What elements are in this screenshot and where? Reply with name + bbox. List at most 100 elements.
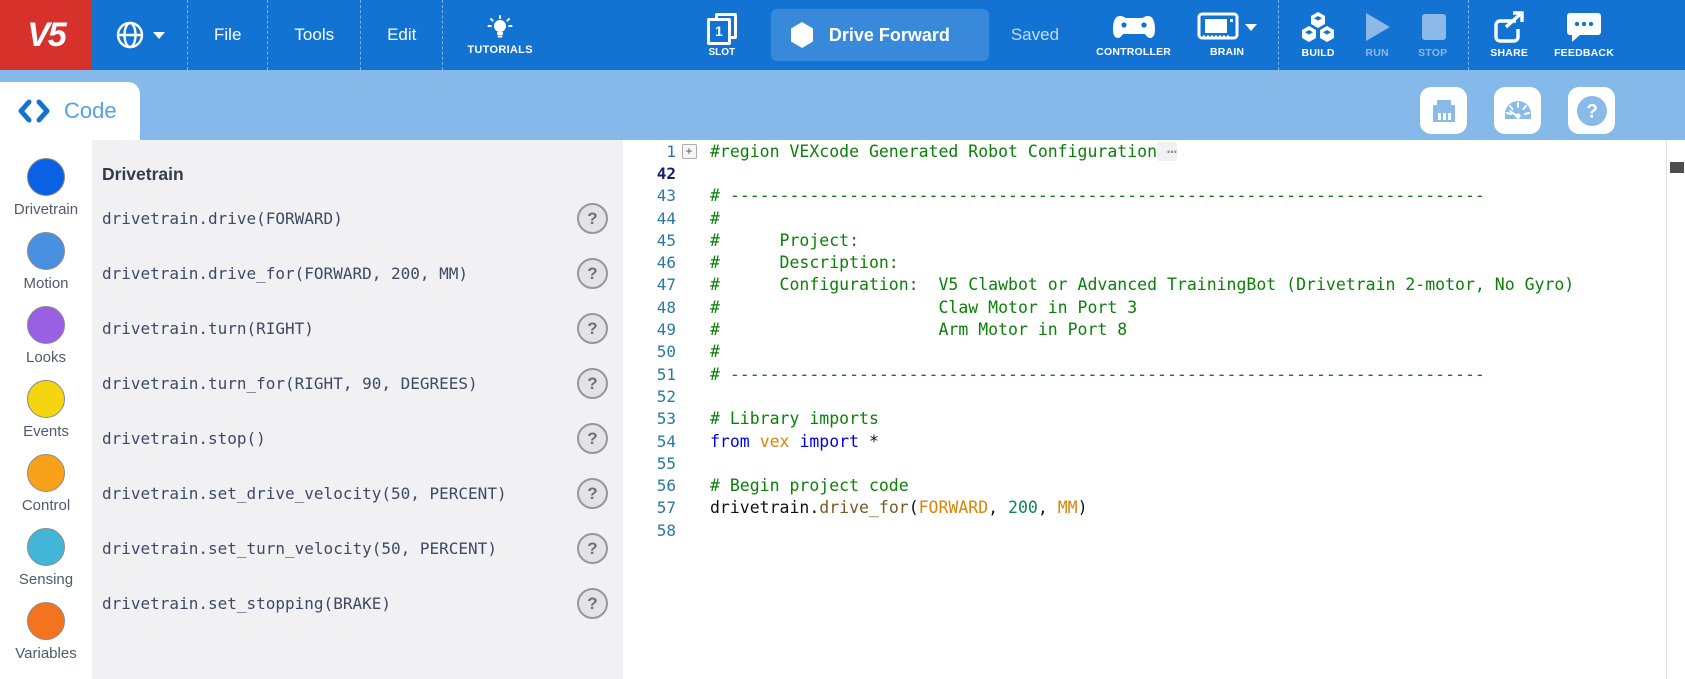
code-line[interactable]: 54from vex import * [623, 430, 1685, 452]
code-line[interactable]: 44# [623, 207, 1685, 229]
project-name-button[interactable]: Drive Forward [771, 9, 989, 61]
line-number: 47 [623, 275, 676, 294]
sidebar-item-events[interactable]: Events [23, 380, 69, 440]
line-number: 49 [623, 320, 676, 339]
fold-expand-icon[interactable]: + [682, 144, 697, 159]
command-help-button[interactable]: ? [577, 423, 608, 454]
code-text: # Library imports [702, 409, 879, 428]
code-text: # Description: [702, 253, 899, 272]
code-line[interactable]: 43 # ------------------------------------… [623, 185, 1685, 207]
device-port-button[interactable] [1420, 87, 1467, 134]
code-line[interactable]: 51# ------------------------------------… [623, 363, 1685, 385]
code-text: from vex import * [702, 432, 879, 451]
controller-button[interactable]: CONTROLLER [1083, 0, 1184, 70]
sidebar-item-motion[interactable]: Motion [23, 232, 68, 292]
tutorials-button[interactable]: TUTORIALS [443, 0, 556, 70]
code-text: # --------------------------------------… [702, 365, 1485, 384]
command-snippet[interactable]: drivetrain.turn(RIGHT) [102, 319, 577, 338]
code-line[interactable]: 1+#region VEXcode Generated Robot Config… [623, 140, 1685, 162]
brain-icon [1197, 12, 1239, 42]
tab-code[interactable]: Code [0, 82, 140, 140]
build-icon [1300, 11, 1336, 43]
code-line[interactable]: 56# Begin project code [623, 474, 1685, 496]
scrollbar-thumb[interactable] [1670, 162, 1684, 173]
command-help-button[interactable]: ? [577, 258, 608, 289]
menu-edit[interactable]: Edit [361, 0, 442, 70]
share-button[interactable]: SHARE [1477, 0, 1541, 70]
toolbar-button-label: BUILD [1302, 47, 1335, 59]
sidebar-item-sensing[interactable]: Sensing [19, 528, 73, 588]
toolbar-button-label: RUN [1365, 47, 1388, 59]
help-button[interactable]: ? [1568, 87, 1615, 134]
code-editor[interactable]: 1+#region VEXcode Generated Robot Config… [623, 140, 1685, 679]
code-line[interactable]: 53# Library imports [623, 408, 1685, 430]
command-snippet[interactable]: drivetrain.drive(FORWARD) [102, 209, 577, 228]
code-brackets-icon [16, 98, 52, 124]
brain-button[interactable]: BRAIN [1184, 0, 1270, 70]
command-help-button[interactable]: ? [577, 203, 608, 234]
command-snippet[interactable]: drivetrain.set_turn_velocity(50, PERCENT… [102, 539, 577, 558]
code-text: #region VEXcode Generated Robot Configur… [702, 142, 1177, 161]
code-text: # [702, 342, 720, 361]
code-text: # [702, 209, 720, 228]
command-help-button[interactable]: ? [577, 588, 608, 619]
category-color-dot [27, 306, 65, 344]
toolbar-actions: CONTROLLERBRAIN BUILD RUN STOP SHAREFEEDBACK [1083, 0, 1627, 70]
category-label: Motion [23, 275, 68, 292]
tab-code-label: Code [64, 98, 117, 124]
slot-button[interactable]: 1 SLOT [707, 13, 737, 58]
line-number: 43 [623, 186, 676, 205]
menu-file[interactable]: File [188, 0, 267, 70]
share-icon [1492, 11, 1526, 43]
chevron-down-icon [1245, 24, 1257, 31]
command-snippet[interactable]: drivetrain.set_stopping(BRAKE) [102, 594, 577, 613]
category-color-dot [27, 380, 65, 418]
sidebar-item-looks[interactable]: Looks [26, 306, 66, 366]
sidebar-item-variables[interactable]: Variables [15, 602, 76, 662]
code-text: # Begin project code [702, 476, 909, 495]
code-text: # Configuration: V5 Clawbot or Advanced … [702, 275, 1574, 294]
line-number: 42 [623, 164, 676, 183]
sidebar-item-drivetrain[interactable]: Drivetrain [14, 158, 78, 218]
line-number: 58 [623, 521, 676, 540]
command-snippet[interactable]: drivetrain.turn_for(RIGHT, 90, DEGREES) [102, 374, 577, 393]
menu-tools[interactable]: Tools [268, 0, 360, 70]
build-button[interactable]: BUILD [1287, 0, 1349, 70]
tutorials-label: TUTORIALS [467, 44, 532, 56]
menu-bar: FileToolsEdit [187, 0, 442, 70]
category-label: Drivetrain [14, 201, 78, 218]
code-text: # Claw Motor in Port 3 [702, 298, 1137, 317]
palette-section-title: Drivetrain [102, 164, 623, 185]
code-text: # --------------------------------------… [702, 186, 1485, 205]
editor-tool-buttons: ? [1420, 87, 1615, 134]
toolbar-button-label: STOP [1418, 47, 1447, 59]
code-line[interactable]: 49# Arm Motor in Port 8 [623, 318, 1685, 340]
command-help-button[interactable]: ? [577, 478, 608, 509]
category-color-dot [27, 158, 65, 196]
language-globe-button[interactable] [92, 19, 187, 51]
command-row: drivetrain.turn_for(RIGHT, 90, DEGREES)? [92, 356, 623, 411]
dashboard-gauge-button[interactable] [1494, 87, 1541, 134]
sidebar-item-control[interactable]: Control [22, 454, 70, 514]
code-line[interactable]: 47 # Configuration: V5 Clawbot or Advance… [623, 274, 1685, 296]
command-snippet[interactable]: drivetrain.set_drive_velocity(50, PERCEN… [102, 484, 577, 503]
category-color-dot [27, 528, 65, 566]
command-help-button[interactable]: ? [577, 313, 608, 344]
command-snippet[interactable]: drivetrain.stop() [102, 429, 577, 448]
feedback-icon [1566, 11, 1602, 43]
feedback-button[interactable]: FEEDBACK [1541, 0, 1627, 70]
command-help-button[interactable]: ? [577, 368, 608, 399]
command-row: drivetrain.set_drive_velocity(50, PERCEN… [92, 466, 623, 521]
code-line[interactable]: 46# Description: [623, 251, 1685, 273]
code-line[interactable]: 50# [623, 341, 1685, 363]
code-line[interactable]: 45# Project: [623, 229, 1685, 251]
code-line[interactable]: 42 [623, 162, 1685, 184]
command-help-button[interactable]: ? [577, 533, 608, 564]
code-line[interactable]: 52 [623, 385, 1685, 407]
command-snippet[interactable]: drivetrain.drive_for(FORWARD, 200, MM) [102, 264, 577, 283]
code-line[interactable]: 58 [623, 519, 1685, 541]
slot-label: SLOT [709, 47, 736, 58]
code-line[interactable]: 57drivetrain.drive_for(FORWARD, 200, MM) [623, 497, 1685, 519]
code-line[interactable]: 48# Claw Motor in Port 3 [623, 296, 1685, 318]
code-line[interactable]: 55 [623, 452, 1685, 474]
